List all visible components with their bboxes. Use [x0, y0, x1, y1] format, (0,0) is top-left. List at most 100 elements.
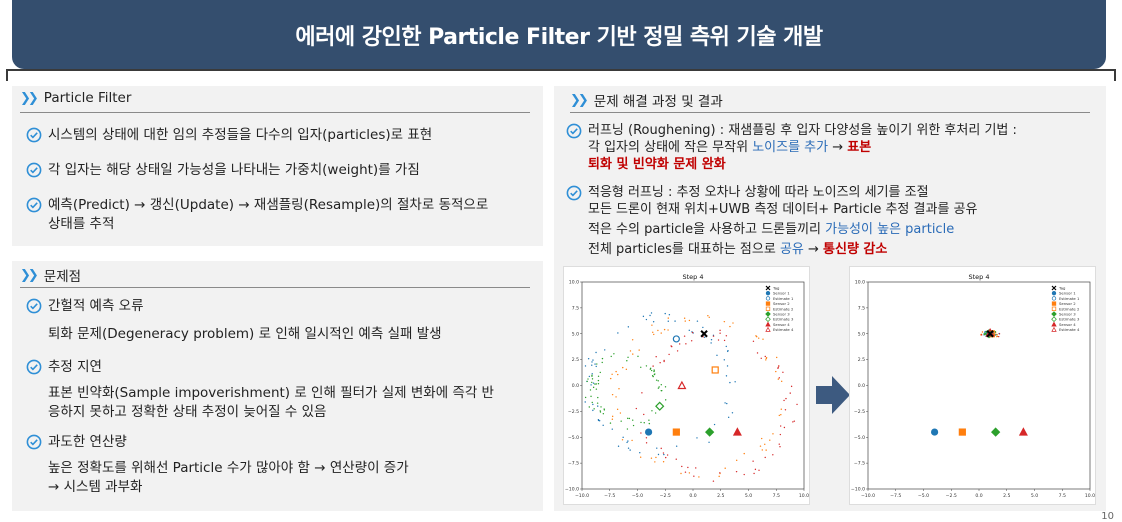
particle — [584, 401, 586, 403]
particle — [601, 361, 603, 364]
particle — [710, 338, 713, 341]
particle — [651, 324, 653, 326]
y-tick-label: 5.0 — [572, 331, 579, 337]
particle — [735, 470, 738, 473]
particle — [727, 416, 730, 419]
particle — [648, 419, 650, 421]
check-circle-icon — [566, 123, 582, 139]
roughening-line-3: 퇴화 및 빈약화 문제 완화 — [588, 157, 726, 172]
particle — [594, 383, 596, 385]
particle — [649, 368, 652, 370]
particle — [765, 359, 767, 361]
y-tick-label: −2.5 — [854, 409, 865, 415]
particle — [731, 412, 734, 414]
particle — [652, 375, 654, 378]
particle — [760, 357, 762, 359]
particle — [595, 365, 597, 368]
problem-2-body-1: 표본 빈약화(Sample impoverishment) 로 인해 필터가 실… — [48, 385, 494, 401]
particle — [631, 439, 633, 442]
particle — [591, 364, 593, 366]
y-tick-label: −7.5 — [568, 461, 579, 467]
sensor-point — [644, 428, 653, 436]
particle — [639, 452, 641, 454]
sensor-point — [672, 428, 680, 436]
particle — [667, 329, 669, 331]
y-tick-label: 7.5 — [572, 305, 579, 311]
roughening-line-1: 러프닝 (Roughening) : 재샘플링 후 입자 다양성을 높이기 위한… — [588, 123, 1017, 138]
particle — [981, 331, 984, 333]
particle — [719, 332, 721, 334]
particle — [784, 409, 787, 411]
particle — [695, 467, 697, 469]
check-circle-icon — [26, 359, 42, 375]
particle — [592, 409, 594, 412]
y-tick-label: 0.0 — [858, 383, 865, 389]
particle — [712, 480, 715, 482]
particle — [684, 320, 686, 322]
x-tick-label: 2.5 — [717, 493, 724, 499]
particle — [655, 456, 657, 459]
particle — [611, 393, 614, 396]
particle — [591, 374, 593, 376]
particle — [622, 436, 624, 439]
particle — [684, 471, 687, 473]
particle — [652, 365, 654, 367]
particle — [653, 333, 655, 336]
divider — [20, 287, 530, 288]
y-tick-label: 10.0 — [855, 280, 865, 286]
particle — [615, 396, 617, 398]
particle — [725, 335, 728, 337]
particle — [609, 422, 612, 424]
particle — [703, 336, 706, 339]
particle — [592, 403, 594, 406]
particle — [615, 370, 617, 373]
particle — [683, 317, 686, 319]
particle — [724, 467, 726, 469]
particle — [777, 366, 779, 369]
x-tick-label: 7.5 — [773, 493, 780, 499]
scatter-chart-before: Step 4 −10.0 −7.5 −5.0 −2.5 0.0 2.5 5.0 7.5 10.0 1… — [565, 273, 809, 499]
particle — [645, 318, 648, 321]
particle — [743, 473, 745, 476]
problem-3-body-1: 높은 정확도를 위해선 Particle 수가 많아야 함 → 연산량이 증가 — [48, 460, 409, 476]
particle — [650, 457, 653, 459]
particle — [632, 424, 635, 427]
particle — [602, 413, 605, 415]
particle — [729, 381, 731, 384]
particle — [640, 432, 642, 434]
check-circle-icon — [26, 197, 42, 213]
chevron-right-icon: ❯❯ — [20, 267, 39, 283]
particle — [592, 382, 595, 384]
particle — [658, 386, 660, 388]
particle — [652, 331, 654, 333]
particle — [690, 340, 693, 342]
particle — [764, 443, 766, 445]
legend-label: Estimate 4 — [773, 327, 794, 332]
particle — [660, 332, 662, 334]
particle — [640, 421, 642, 424]
particle — [584, 396, 587, 399]
particle — [678, 343, 681, 345]
roughening-line-2: 각 입자의 상태에 작은 무작위 노이즈를 추가 → 표본 — [588, 139, 871, 157]
particle — [611, 415, 614, 418]
particle — [758, 469, 760, 472]
particle — [764, 456, 766, 459]
particle — [753, 472, 755, 475]
particle — [716, 354, 718, 357]
particle — [779, 446, 781, 448]
x-tick-label: 10.0 — [1085, 493, 1095, 499]
particle — [587, 358, 590, 360]
y-tick-label: −5.0 — [568, 435, 579, 441]
particle — [643, 413, 645, 416]
particle — [775, 370, 777, 373]
problem-1-body: 퇴화 문제(Degeneracy problem) 로 인해 일시적인 예측 실… — [48, 326, 442, 342]
chevron-right-icon: ❯❯ — [570, 92, 589, 108]
particle — [645, 437, 648, 439]
text: 적은 수의 particle을 사용하고 드론들끼리 — [588, 222, 826, 237]
particle — [718, 475, 720, 478]
particle — [649, 314, 651, 317]
problem-3-title: 과도한 연산량 — [48, 434, 127, 450]
solution-header: ❯❯ 문제 해결 과정 및 결과 — [570, 90, 723, 111]
particle — [586, 380, 588, 383]
particle — [613, 353, 615, 355]
